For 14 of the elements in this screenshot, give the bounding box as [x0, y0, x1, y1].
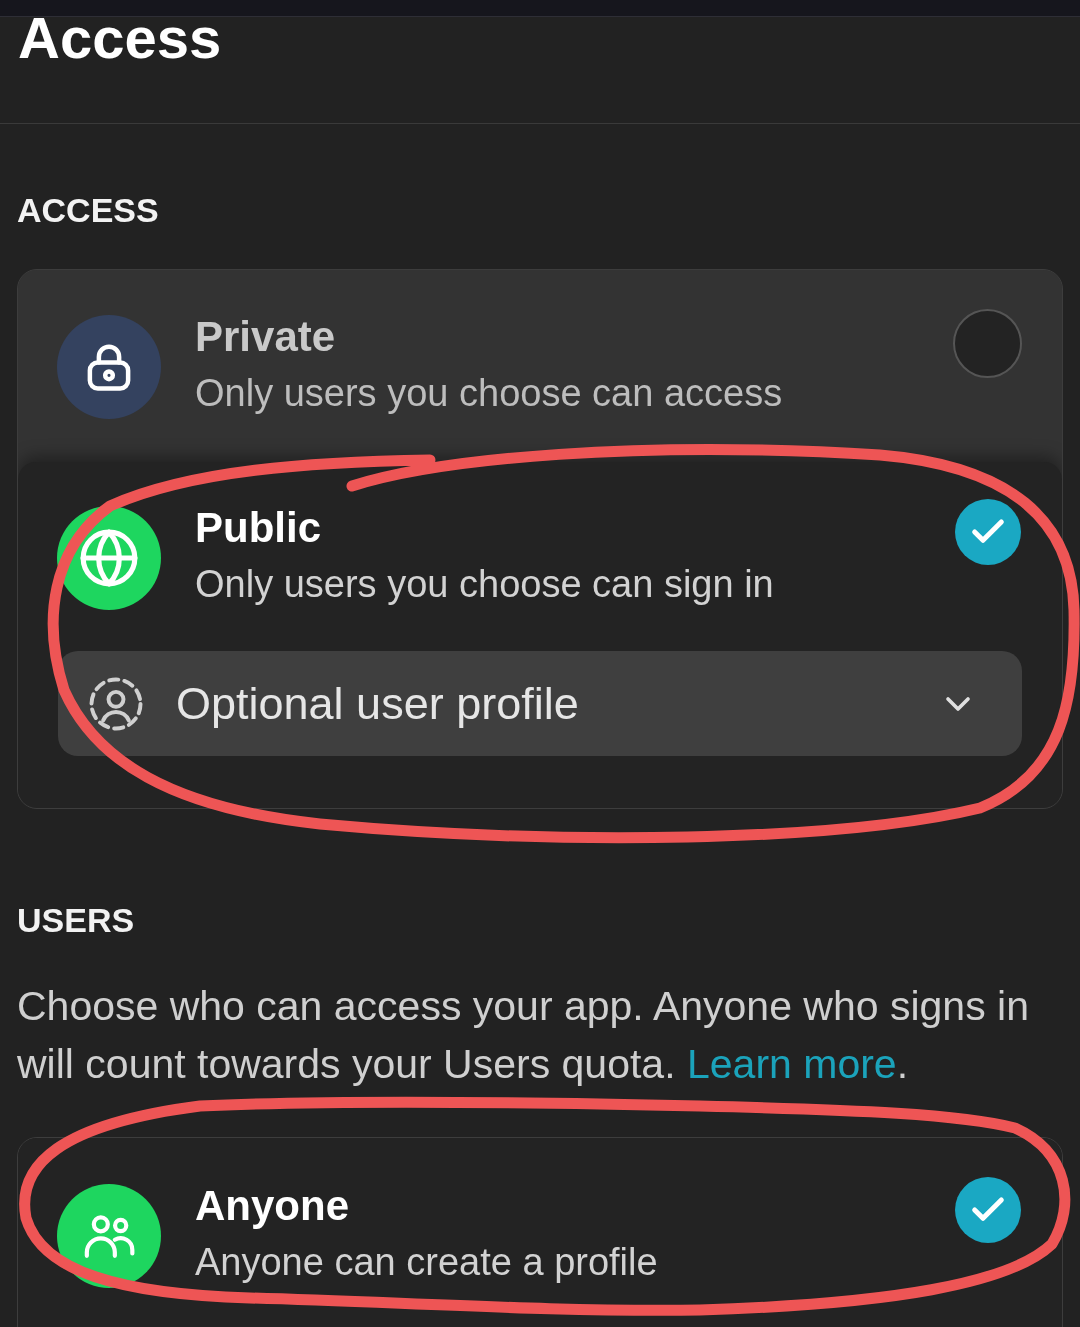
option-description: Only users you choose can sign in: [195, 562, 774, 607]
section-heading: ACCESS: [17, 190, 160, 230]
learn-more-link[interactable]: Learn more: [686, 1041, 897, 1087]
access-option[interactable]: Public Only users you choose can sign in Optional user profile: [18, 462, 1062, 808]
option-description: Only users you choose can access: [195, 371, 783, 416]
option-title: Anyone: [195, 1181, 349, 1231]
option-title: Public: [195, 503, 322, 553]
option-description: Anyone can create a profile: [195, 1240, 658, 1285]
section-heading: USERS: [17, 900, 136, 940]
option-title: Private: [195, 312, 336, 362]
profile-dropdown[interactable]: Optional user profile: [58, 651, 1022, 756]
users-description: Choose who can access your app. Anyone who signs in will count towards your Users quota. Learn more.: [17, 982, 1030, 1089]
user-profile-icon: [88, 675, 144, 732]
page-title: Access: [18, 9, 222, 67]
